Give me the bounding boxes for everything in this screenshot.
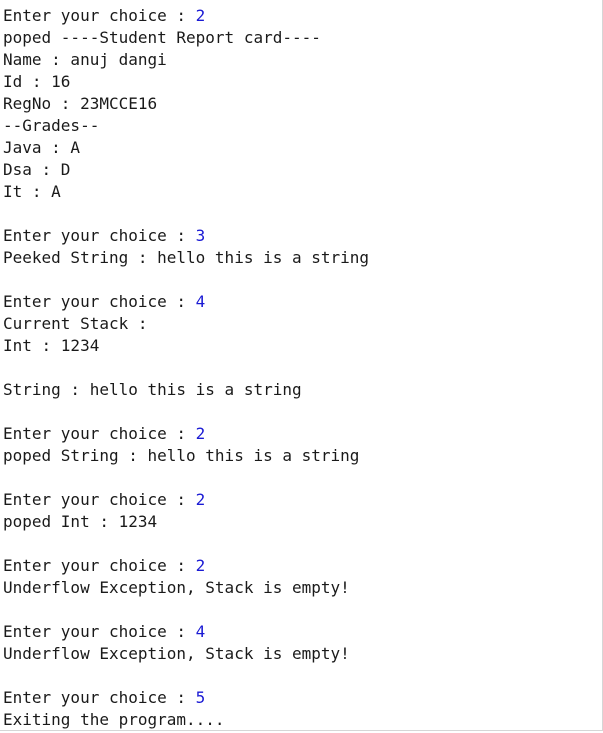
console-output-line: Int : 1234	[3, 335, 602, 357]
console-output-line: String : hello this is a string	[3, 379, 602, 401]
prompt-text: Enter your choice :	[3, 490, 196, 509]
output-text: Id : 16	[3, 72, 71, 91]
console-output-line: It : A	[3, 181, 602, 203]
console-output-line: poped Int : 1234	[3, 511, 602, 533]
user-input-value: 3	[195, 226, 206, 245]
user-input-value: 4	[195, 292, 206, 311]
prompt-text: Enter your choice :	[3, 556, 196, 575]
prompt-text: Enter your choice :	[3, 622, 196, 641]
console-output[interactable]: Enter your choice : 2 poped ----Student R…	[0, 0, 603, 731]
console-output-line: Current Stack :	[3, 313, 602, 335]
output-text: poped Int : 1234	[3, 512, 158, 531]
output-text: poped ----Student Report card----	[3, 28, 321, 47]
console-output-line: RegNo : 23MCCE16	[3, 93, 602, 115]
console-prompt-line: Enter your choice : 3	[3, 225, 602, 247]
output-text: Java : A	[3, 138, 81, 157]
output-text: Current Stack :	[3, 314, 148, 333]
prompt-text: Enter your choice :	[3, 6, 196, 25]
output-text: It : A	[3, 182, 61, 201]
console-prompt-line: Enter your choice : 2	[3, 423, 602, 445]
console-output-line: Underflow Exception, Stack is empty!	[3, 577, 602, 599]
output-text: RegNo : 23MCCE16	[3, 94, 158, 113]
console-output-line: Peeked String : hello this is a string	[3, 247, 602, 269]
console-prompt-line: Enter your choice : 4	[3, 291, 602, 313]
console-prompt-line: Enter your choice : 2	[3, 489, 602, 511]
console-prompt-line: Enter your choice : 5	[3, 687, 602, 709]
output-text: Exiting the program....	[3, 710, 225, 729]
output-text: Peeked String : hello this is a string	[3, 248, 370, 267]
prompt-text: Enter your choice :	[3, 424, 196, 443]
output-text: String : hello this is a string	[3, 380, 302, 399]
console-prompt-line: Enter your choice : 2	[3, 555, 602, 577]
output-text: Underflow Exception, Stack is empty!	[3, 578, 350, 597]
user-input-value: 2	[195, 490, 206, 509]
console-output-line: Id : 16	[3, 71, 602, 93]
user-input-value: 4	[195, 622, 206, 641]
console-output-line: poped String : hello this is a string	[3, 445, 602, 467]
console-output-line: Exiting the program....	[3, 709, 602, 730]
user-input-value: 5	[195, 688, 206, 707]
user-input-value: 2	[195, 424, 206, 443]
console-output-line: poped ----Student Report card----	[3, 27, 602, 49]
prompt-text: Enter your choice :	[3, 226, 196, 245]
output-text: --Grades--	[3, 116, 100, 135]
console-output-line: Java : A	[3, 137, 602, 159]
console-output-line: --Grades--	[3, 115, 602, 137]
console-output-line: Dsa : D	[3, 159, 602, 181]
output-text: poped String : hello this is a string	[3, 446, 360, 465]
output-text: Int : 1234	[3, 336, 100, 355]
console-output-line: Name : anuj dangi	[3, 49, 602, 71]
console-prompt-line: Enter your choice : 4	[3, 621, 602, 643]
output-text: Dsa : D	[3, 160, 71, 179]
prompt-text: Enter your choice :	[3, 688, 196, 707]
console-prompt-line: Enter your choice : 2	[3, 5, 602, 27]
output-text: Underflow Exception, Stack is empty!	[3, 644, 350, 663]
output-text: Name : anuj dangi	[3, 50, 167, 69]
prompt-text: Enter your choice :	[3, 292, 196, 311]
user-input-value: 2	[195, 556, 206, 575]
user-input-value: 2	[195, 6, 206, 25]
console-output-line: Underflow Exception, Stack is empty!	[3, 643, 602, 665]
